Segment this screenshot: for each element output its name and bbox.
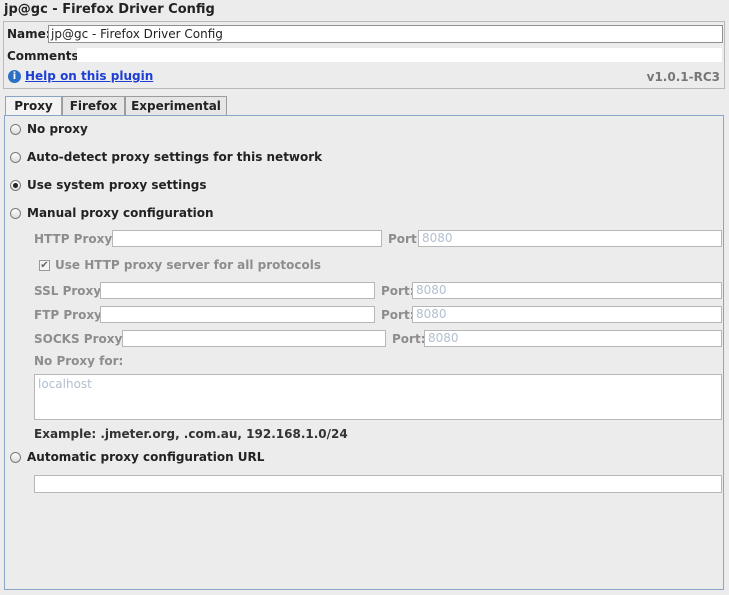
no-proxy-for-placeholder: localhost [38,377,92,391]
socks-port-input[interactable]: 8080 [424,330,722,347]
ssl-proxy-label: SSL Proxy: [34,284,106,298]
manual-proxy-radio[interactable] [10,208,21,219]
comments-label: Comments: [7,49,84,63]
name-input[interactable]: jp@gc - Firefox Driver Config [48,25,723,43]
auto-config-url-input[interactable] [34,475,722,493]
http-proxy-input[interactable] [112,230,382,247]
no-proxy-radio[interactable] [10,124,21,135]
ssl-port-input[interactable]: 8080 [412,282,722,299]
tab-firefox[interactable]: Firefox [62,96,125,115]
auto-config-url-radio[interactable] [10,452,21,463]
http-proxy-label: HTTP Proxy: [34,232,117,246]
manual-proxy-label: Manual proxy configuration [27,206,214,220]
use-http-all-label: Use HTTP proxy server for all protocols [55,258,322,272]
use-http-all-checkbox[interactable]: ✔ [39,260,50,271]
tab-proxy[interactable]: Proxy [5,96,62,116]
help-link[interactable]: Help on this plugin [25,69,153,83]
header-panel: Name: jp@gc - Firefox Driver Config Comm… [3,21,725,89]
socks-proxy-label: SOCKS Proxy: [34,332,128,346]
auto-detect-label: Auto-detect proxy settings for this netw… [27,150,323,164]
example-text: Example: .jmeter.org, .com.au, 192.168.1… [34,427,348,441]
comments-input[interactable] [77,48,722,62]
name-label: Name: [7,27,51,41]
socks-proxy-input[interactable] [122,330,386,347]
ftp-proxy-input[interactable] [100,306,375,323]
ssl-port-label: Port: [381,284,415,298]
socks-port-label: Port: [392,332,426,346]
no-proxy-for-textarea[interactable]: localhost [34,374,722,420]
info-icon: i [8,70,21,83]
no-proxy-for-label: No Proxy for: [34,354,124,368]
no-proxy-label: No proxy [27,122,88,136]
auto-config-url-label: Automatic proxy configuration URL [27,450,265,464]
window-title: jp@gc - Firefox Driver Config [4,2,215,17]
ftp-proxy-label: FTP Proxy: [34,308,107,322]
tab-experimental[interactable]: Experimental [125,96,227,115]
ftp-port-input[interactable]: 8080 [412,306,722,323]
auto-detect-radio[interactable] [10,152,21,163]
use-system-label: Use system proxy settings [27,178,207,192]
use-system-radio[interactable] [10,180,21,191]
version-label: v1.0.1-RC3 [646,70,720,84]
http-port-input[interactable]: 8080 [418,230,722,247]
ftp-port-label: Port: [381,308,415,322]
ssl-proxy-input[interactable] [100,282,375,299]
http-port-label: Port: [388,232,422,246]
